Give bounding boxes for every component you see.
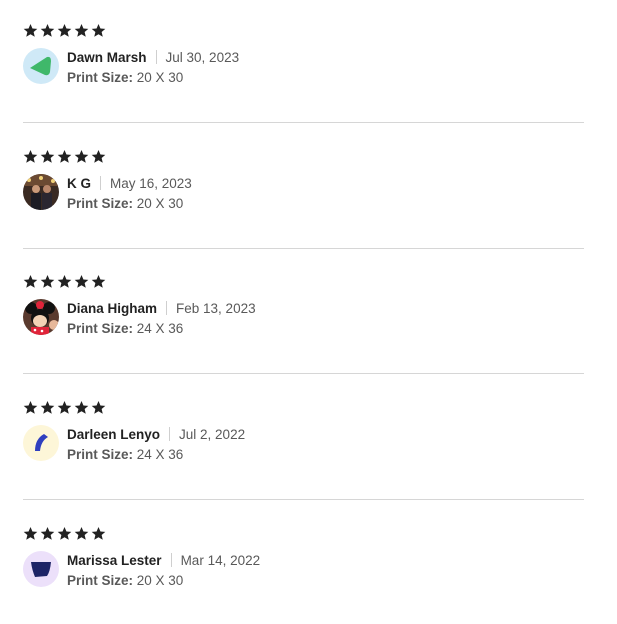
- reviewer-name[interactable]: Diana Higham: [67, 301, 157, 316]
- avatar[interactable]: [23, 174, 59, 210]
- print-size-value: 24 X 36: [136, 447, 184, 462]
- avatar[interactable]: [23, 299, 59, 335]
- star-icon: [74, 400, 89, 415]
- print-size-label: Print Size:: [67, 321, 134, 336]
- reviewer-name[interactable]: Dawn Marsh: [67, 50, 147, 65]
- print-size-label: Print Size:: [67, 196, 134, 211]
- star-icon: [74, 149, 89, 164]
- star-icon: [74, 23, 89, 38]
- separator: [155, 50, 157, 64]
- star-rating: [23, 523, 584, 543]
- star-icon: [57, 23, 72, 38]
- avatar[interactable]: [23, 48, 59, 84]
- separator: [170, 553, 172, 567]
- star-icon: [23, 526, 38, 541]
- reviewer-name[interactable]: Darleen Lenyo: [67, 427, 160, 442]
- reviewer-name[interactable]: Marissa Lester: [67, 553, 162, 568]
- avatar[interactable]: [23, 425, 59, 461]
- divider: [23, 122, 584, 123]
- review-date: May 16, 2023: [110, 175, 192, 191]
- star-icon: [40, 400, 55, 415]
- review-item: Darleen Lenyo Jul 2, 2022 Print Size: 24…: [23, 397, 584, 464]
- separator: [166, 301, 168, 315]
- review-date: Jul 2, 2022: [179, 426, 246, 442]
- avatar[interactable]: [23, 551, 59, 587]
- review-date: Feb 13, 2023: [176, 300, 256, 316]
- star-icon: [91, 23, 106, 38]
- star-rating: [23, 20, 584, 40]
- star-rating: [23, 271, 584, 291]
- star-icon: [40, 23, 55, 38]
- review-item: Dawn Marsh Jul 30, 2023 Print Size: 20 X…: [23, 20, 584, 87]
- star-rating: [23, 397, 584, 417]
- star-icon: [91, 149, 106, 164]
- star-icon: [23, 23, 38, 38]
- print-size-value: 20 X 30: [136, 196, 184, 211]
- print-size-label: Print Size:: [67, 70, 134, 85]
- divider: [23, 248, 584, 249]
- star-icon: [91, 526, 106, 541]
- review-date: Mar 14, 2022: [180, 552, 261, 568]
- star-icon: [40, 149, 55, 164]
- review-item: Diana Higham Feb 13, 2023 Print Size: 24…: [23, 271, 584, 338]
- star-icon: [91, 274, 106, 289]
- star-rating: [23, 146, 584, 166]
- star-icon: [91, 400, 106, 415]
- separator: [169, 427, 171, 441]
- print-size-value: 20 X 30: [136, 573, 184, 588]
- review-item: K G May 16, 2023 Print Size: 20 X 30: [23, 146, 584, 213]
- star-icon: [23, 149, 38, 164]
- divider: [23, 373, 584, 374]
- star-icon: [74, 526, 89, 541]
- star-icon: [23, 274, 38, 289]
- star-icon: [57, 274, 72, 289]
- star-icon: [40, 526, 55, 541]
- star-icon: [23, 400, 38, 415]
- print-size-label: Print Size:: [67, 573, 134, 588]
- reviewer-name[interactable]: K G: [67, 176, 91, 191]
- print-size-value: 20 X 30: [136, 70, 184, 85]
- star-icon: [57, 400, 72, 415]
- print-size-value: 24 X 36: [136, 321, 184, 336]
- star-icon: [57, 149, 72, 164]
- star-icon: [74, 274, 89, 289]
- review-date: Jul 30, 2023: [165, 49, 240, 65]
- review-item: Marissa Lester Mar 14, 2022 Print Size: …: [23, 523, 584, 590]
- star-icon: [57, 526, 72, 541]
- star-icon: [40, 274, 55, 289]
- divider: [23, 499, 584, 500]
- print-size-label: Print Size:: [67, 447, 134, 462]
- reviews-list: Dawn Marsh Jul 30, 2023 Print Size: 20 X…: [0, 0, 617, 624]
- separator: [100, 176, 102, 190]
